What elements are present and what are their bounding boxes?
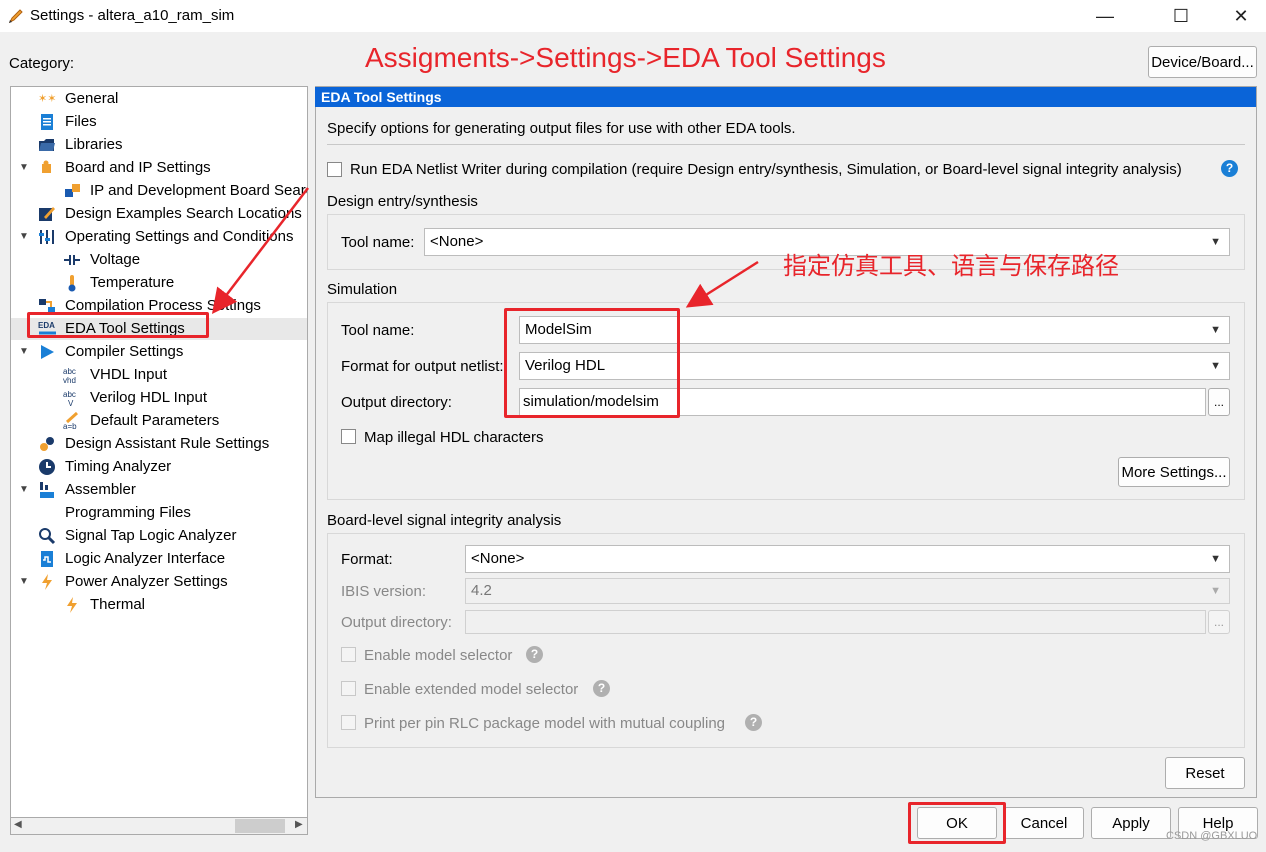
watermark: CSDN @GBXLUO <box>1166 830 1258 842</box>
arrow-to-eda <box>211 187 309 314</box>
annotation-arrows <box>211 187 759 314</box>
arrow-to-simulation <box>685 260 759 308</box>
